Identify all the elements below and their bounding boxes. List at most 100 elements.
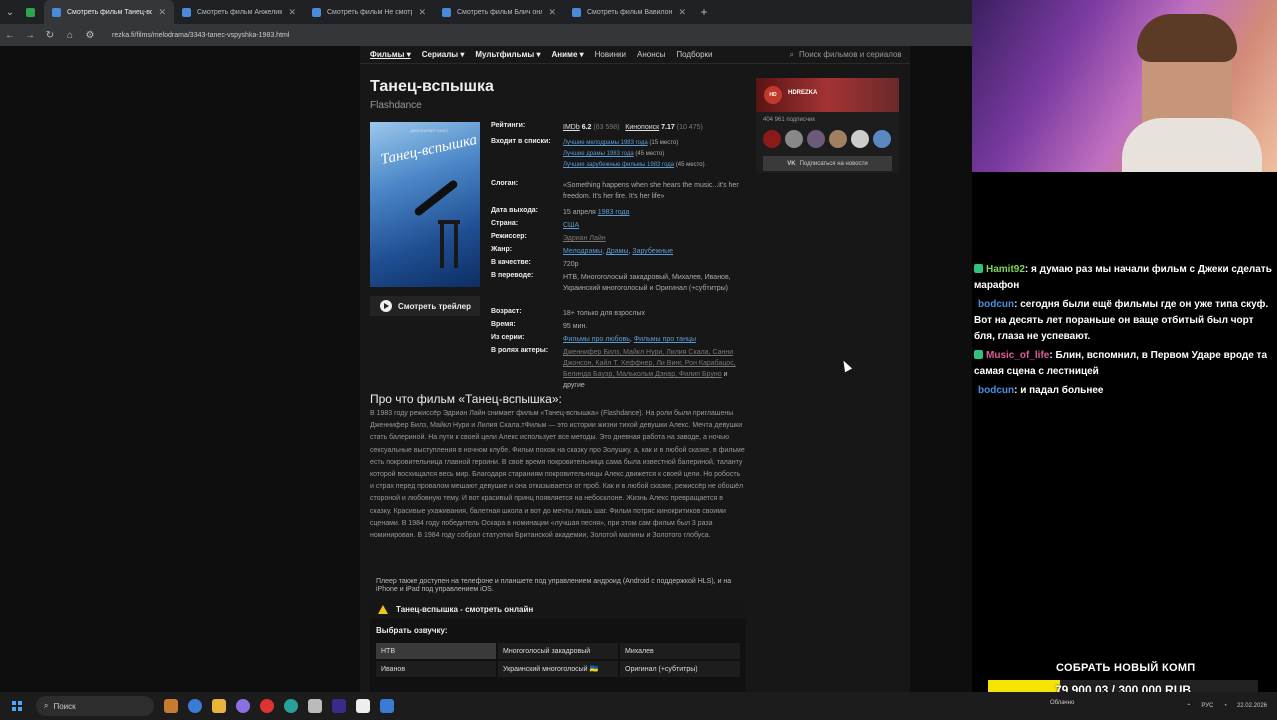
release-date: 15 апреля <box>563 209 596 216</box>
tab-list-icon[interactable]: ⌄ <box>0 7 20 18</box>
forward-icon[interactable]: → <box>20 30 40 41</box>
film-poster[interactable]: ДЖЕННИФЕР БИЛЗ Танец-вспышка <box>370 122 480 287</box>
genre-link[interactable]: Мелодрамы <box>563 248 602 255</box>
taskbar-search[interactable]: ⌕ Поиск <box>36 696 154 716</box>
browser-tab-3[interactable]: Смотреть фильм Не смотрите ✕ <box>304 0 434 24</box>
translator-multivoice[interactable]: Многоголосый закадровый <box>498 643 618 659</box>
close-tab-icon[interactable]: ✕ <box>678 7 686 18</box>
weather-widget[interactable]: Облачно <box>1050 700 1074 706</box>
hdrezka-promo: HD HDREZKA 404 961 подписчик VK Подписат… <box>756 78 899 173</box>
close-tab-icon[interactable]: ✕ <box>288 7 296 18</box>
info-label: В ролях актеры: <box>491 347 549 354</box>
list-place: (15 место) <box>649 140 679 146</box>
rezka-favicon-icon <box>442 7 451 17</box>
menu-series[interactable]: Сериалы ▾ <box>422 50 465 59</box>
info-label: Режиссер: <box>491 233 527 240</box>
opera-icon[interactable] <box>260 699 274 713</box>
list-link[interactable]: Лучшие зарубежные фильмы 1983 года <box>563 162 674 168</box>
cat-widget-icon[interactable] <box>164 699 178 713</box>
address-bar-row: ← → ↻ ⌂ ⚙ rezka.fi/films/melodrama/3343-… <box>0 24 972 46</box>
url-field[interactable]: rezka.fi/films/melodrama/3343-tanec-vspy… <box>112 32 289 39</box>
info-release: Дата выхода: 15 апреля 1983 года <box>491 207 751 218</box>
app-icon[interactable] <box>308 699 322 713</box>
genre-link[interactable]: Драмы <box>606 248 628 255</box>
browser-tab-2[interactable]: Смотреть фильм Анжелика, м ✕ <box>174 0 304 24</box>
search-icon: ⌕ <box>44 701 49 710</box>
kinopoisk-link[interactable]: Кинопоиск <box>625 124 659 131</box>
play-icon <box>380 300 392 312</box>
menu-announces[interactable]: Анонсы <box>637 50 665 59</box>
close-tab-icon[interactable]: ✕ <box>158 7 166 18</box>
premiere-icon[interactable] <box>332 699 346 713</box>
tab-title: Смотреть фильм Вавилон онл <box>587 8 673 16</box>
chevron-up-icon[interactable]: ⌃ <box>1186 703 1191 710</box>
watch-trailer-button[interactable]: Смотреть трейлер <box>370 296 480 316</box>
time-value: 95 мин. <box>563 323 588 330</box>
site-search[interactable]: ⌕ Поиск фильмов и сериалов <box>790 50 902 60</box>
app-icon[interactable] <box>284 699 298 713</box>
slogan-value: «Something happens when she hears the mu… <box>563 182 739 200</box>
list-link[interactable]: Лучшие драмы 1983 года <box>563 151 634 157</box>
wifi-icon[interactable]: ◔ <box>1223 703 1227 709</box>
chrome-icon[interactable] <box>188 699 202 713</box>
browser-tab-1[interactable]: Смотреть фильм Танец-вспышка ✕ <box>44 0 174 24</box>
search-input[interactable]: Поиск фильмов и сериалов <box>799 50 902 59</box>
release-year-link[interactable]: 1983 года <box>598 209 630 216</box>
home-icon[interactable]: ⌂ <box>60 30 80 41</box>
imdb-value: 6.2 <box>581 124 592 131</box>
language-indicator[interactable]: РУС <box>1201 703 1213 709</box>
imdb-link[interactable]: IMDb <box>563 124 580 131</box>
windows-start-icon[interactable] <box>12 701 22 711</box>
actors-links[interactable]: Дженнифер Билз, Майкл Нури, Лилия Скала,… <box>563 349 736 378</box>
list-link[interactable]: Лучшие мелодрамы 1983 года <box>563 140 648 146</box>
chat-user: Hamit92 <box>986 264 1025 275</box>
subscribe-news-button[interactable]: VK Подписаться на новости <box>763 156 892 171</box>
app-icon[interactable] <box>380 699 394 713</box>
menu-films[interactable]: Фильмы ▾ <box>370 50 411 59</box>
new-tab-button[interactable]: + <box>694 5 714 19</box>
translator-mikhalev[interactable]: Михалев <box>620 643 740 659</box>
tab-title: Смотреть фильм Блич онлайн <box>457 8 543 16</box>
tab-thumb-icon[interactable] <box>20 0 44 24</box>
series-link[interactable]: Фильмы про танцы <box>634 336 696 343</box>
about-text: В 1983 году режиссёр Эдриан Лайн снимает… <box>370 410 745 540</box>
film-original-title: Flashdance <box>370 100 422 111</box>
menu-cartoons[interactable]: Мультфильмы ▾ <box>475 50 540 59</box>
quality-value: 720p <box>563 261 579 268</box>
browser-tab-4[interactable]: Смотреть фильм Блич онлайн ✕ <box>434 0 564 24</box>
poster-names: ДЖЕННИФЕР БИЛЗ <box>410 128 448 133</box>
info-series: Из серии: Фильмы про любовь, Фильмы про … <box>491 334 696 343</box>
chat-user: bodcun <box>978 299 1015 310</box>
menu-anime[interactable]: Аниме ▾ <box>552 50 584 59</box>
poster-chair-leg <box>440 222 444 268</box>
chat-user: bodcun <box>978 385 1015 396</box>
rezka-favicon-icon <box>572 7 581 17</box>
translator-ntv[interactable]: НТВ <box>376 643 496 659</box>
menu-new[interactable]: Новинки <box>595 50 626 59</box>
promo-banner[interactable]: HD HDREZKA <box>756 78 899 112</box>
app-icon[interactable] <box>236 699 250 713</box>
promo-name: HDREZKA <box>788 90 818 96</box>
back-icon[interactable]: ← <box>0 30 20 41</box>
film-title: Танец-вспышка <box>370 78 494 95</box>
series-link[interactable]: Фильмы про любовь <box>563 336 630 343</box>
translation-value: НТВ, Многоголосый закадровый, Михалев, И… <box>563 274 731 292</box>
info-translation: В переводе: НТВ, Многоголосый закадровый… <box>491 272 751 294</box>
translator-original[interactable]: Оригинал (+субтитры) <box>620 661 740 677</box>
close-tab-icon[interactable]: ✕ <box>418 7 426 18</box>
menu-collections[interactable]: Подборки <box>676 50 712 59</box>
genre-link[interactable]: Зарубежные <box>632 248 673 255</box>
site-info-icon[interactable]: ⚙ <box>80 30 100 41</box>
streamer-shirt <box>1122 118 1262 172</box>
browser-tab-5[interactable]: Смотреть фильм Вавилон онл ✕ <box>564 0 694 24</box>
hdrezka-logo: HD <box>764 86 782 104</box>
translator-ukrainian[interactable]: Украинский многоголосый 🇺🇦 <box>498 661 618 677</box>
clock-date[interactable]: 22.02.2026 <box>1237 703 1267 709</box>
close-tab-icon[interactable]: ✕ <box>548 7 556 18</box>
translator-ivanov[interactable]: Иванов <box>376 661 496 677</box>
country-link[interactable]: США <box>563 222 579 229</box>
folder-icon[interactable] <box>212 699 226 713</box>
reload-icon[interactable]: ↻ <box>40 30 60 41</box>
director-link[interactable]: Эдриан Лайн <box>563 235 606 242</box>
obs-icon[interactable] <box>356 699 370 713</box>
